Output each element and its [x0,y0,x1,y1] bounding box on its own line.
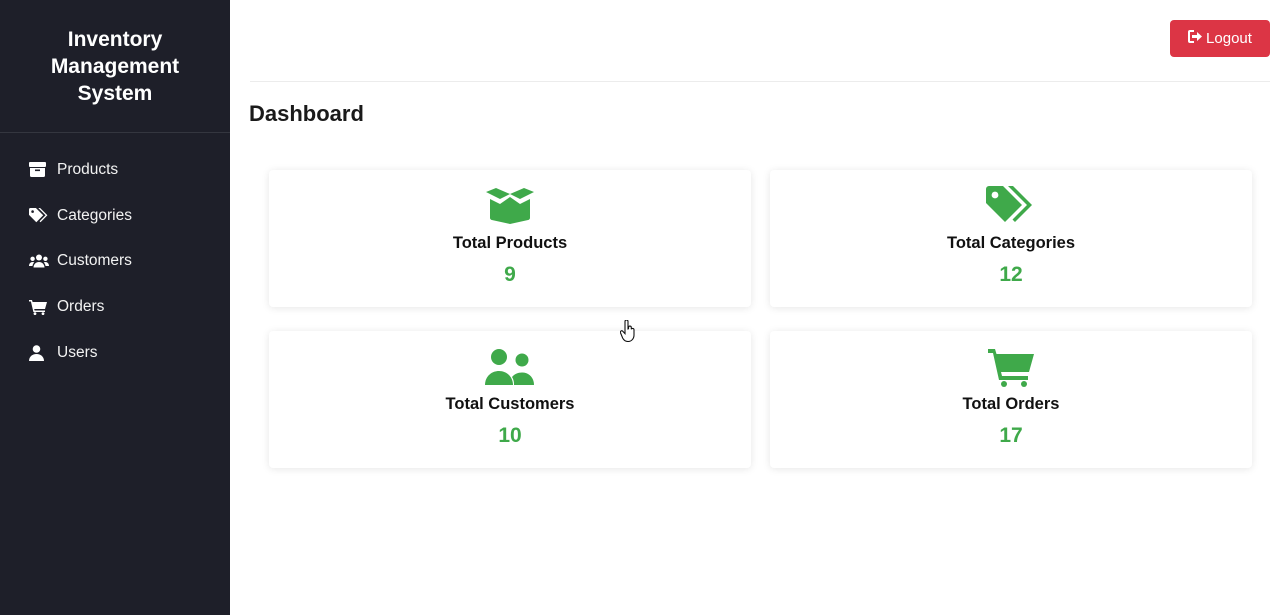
app-title: Inventory Management System [50,27,180,105]
card-value: 9 [504,263,516,286]
card-label: Total Categories [946,234,1076,252]
sidebar-item-label: Users [57,343,98,361]
logout-button[interactable]: Logout [1170,20,1270,57]
sidebar-item-categories[interactable]: Categories [0,193,230,239]
card-value: 17 [999,424,1023,447]
stat-card-products: Total Products 9 [269,170,751,307]
card-value: 10 [498,424,522,447]
card-value: 12 [999,263,1023,286]
logout-label: Logout [1206,30,1252,47]
main-content: Logout Dashboard Total Products 9 Total … [230,0,1280,615]
sidebar-nav: Products Categories Customers Orders Use… [0,133,230,375]
tags-icon [29,207,49,225]
tags-icon [770,186,1252,226]
cart-icon [29,298,49,316]
sidebar-item-orders[interactable]: Orders [0,284,230,330]
sidebar-item-label: Products [57,160,119,178]
sidebar-item-label: Customers [57,252,132,270]
sidebar-item-customers[interactable]: Customers [0,238,230,284]
stat-card-orders: Total Orders 17 [770,331,1252,468]
brand: Inventory Management System [0,0,230,133]
stat-card-customers: Total Customers 10 [269,331,751,468]
stat-card-categories: Total Categories 12 [770,170,1252,307]
hand-pointer-icon [619,319,636,347]
card-label: Total Customers [445,395,575,413]
sidebar-item-label: Orders [57,297,105,315]
box-open-icon [269,186,751,226]
users-icon [29,252,49,270]
logout-icon [1188,30,1206,47]
user-group-icon [269,347,751,387]
sidebar: Inventory Management System Products Cat… [0,0,230,615]
card-label: Total Orders [962,395,1060,413]
top-bar: Logout [250,0,1270,82]
card-label: Total Products [452,234,568,252]
box-icon [29,161,49,179]
user-icon [29,344,49,362]
cart-icon [770,347,1252,387]
page-title: Dashboard [249,101,364,126]
sidebar-item-users[interactable]: Users [0,330,230,376]
sidebar-item-products[interactable]: Products [0,147,230,193]
sidebar-item-label: Categories [57,206,132,224]
